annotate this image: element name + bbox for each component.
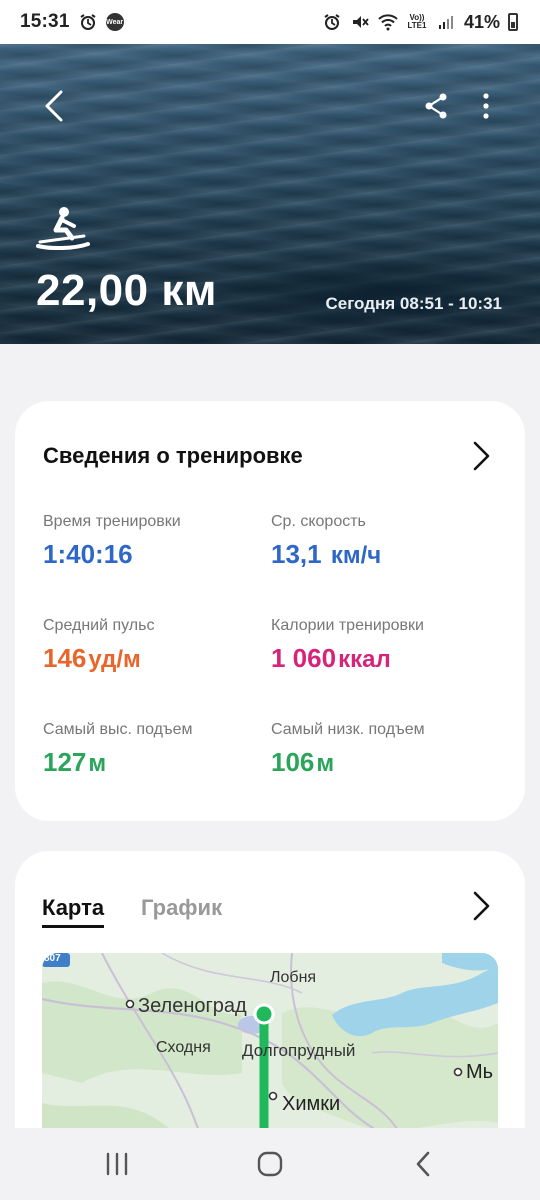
stat-label: Время тренировки <box>43 513 181 530</box>
rowing-icon <box>36 206 90 251</box>
share-icon[interactable] <box>418 88 454 124</box>
stat-value: 106м <box>271 747 335 777</box>
workout-date-range: Сегодня 08:51 - 10:31 <box>325 294 502 313</box>
stat-label: Самый выс. подъем <box>43 721 193 738</box>
stat-label: Калории тренировки <box>271 617 424 634</box>
back-icon[interactable] <box>393 1139 453 1189</box>
card-title: Сведения о тренировке <box>43 443 303 468</box>
stat-value: 1 060ккал <box>271 643 391 673</box>
stat-label: Самый низк. подъем <box>271 721 425 738</box>
stat-min-elevation: Самый низк. подъем 106м <box>271 721 425 778</box>
map-label-zelenograd: Зеленоград <box>138 995 247 1017</box>
signal-icon <box>436 12 456 32</box>
tab-graph[interactable]: График <box>141 895 222 921</box>
workout-details-card[interactable]: Сведения о тренировке Время тренировки 1… <box>15 401 525 821</box>
recent-apps-icon[interactable] <box>87 1139 147 1189</box>
map-label-skhodnya: Сходня <box>156 1039 211 1056</box>
stat-avg-heart-rate: Средний пульс 146уд/м <box>43 617 154 674</box>
system-nav-bar <box>0 1128 540 1200</box>
stat-workout-time: Время тренировки 1:40:16 <box>43 513 181 570</box>
wifi-icon <box>378 12 398 32</box>
stat-value: 1:40:16 <box>43 539 133 569</box>
stat-value: 13,1 км/ч <box>271 539 382 569</box>
stat-calories: Калории тренировки 1 060ккал <box>271 617 424 674</box>
stat-label: Средний пульс <box>43 617 155 634</box>
tab-map[interactable]: Карта <box>42 895 105 928</box>
map-label-moscow: Мь <box>466 1061 494 1083</box>
road-badge-label: 807 <box>44 953 61 964</box>
map-label-khimki: Химки <box>282 1093 341 1115</box>
map-label-dolgoprudny: Долгопрудный <box>242 1041 356 1060</box>
status-bar: 15:31 Wear Vo)) LTE1 41% <box>0 0 540 44</box>
back-icon[interactable] <box>34 86 74 126</box>
more-icon[interactable] <box>468 88 504 124</box>
alarm-icon <box>322 12 342 32</box>
home-icon[interactable] <box>240 1139 300 1189</box>
workout-header-image: 22,00 км Сегодня 08:51 - 10:31 <box>0 44 540 344</box>
chevron-right-icon[interactable] <box>465 439 495 473</box>
lte-icon: Vo)) LTE1 <box>407 13 427 30</box>
alarm-icon <box>78 12 98 32</box>
battery-percent: 41% <box>463 11 500 32</box>
stat-max-elevation: Самый выс. подъем 127м <box>43 721 193 778</box>
mute-icon <box>350 12 370 32</box>
battery-icon <box>508 13 518 31</box>
workout-distance: 22,00 км <box>36 266 217 315</box>
map-label-lobnya: Лобня <box>270 969 317 986</box>
stat-label: Ср. скорость <box>271 513 366 530</box>
stat-value: 127м <box>43 747 107 777</box>
stat-avg-speed: Ср. скорость 13,1 км/ч <box>271 513 381 570</box>
wear-icon: Wear <box>105 13 124 31</box>
clock: 15:31 <box>20 11 70 32</box>
chevron-right-icon[interactable] <box>465 889 495 923</box>
stat-value: 146уд/м <box>43 643 141 673</box>
